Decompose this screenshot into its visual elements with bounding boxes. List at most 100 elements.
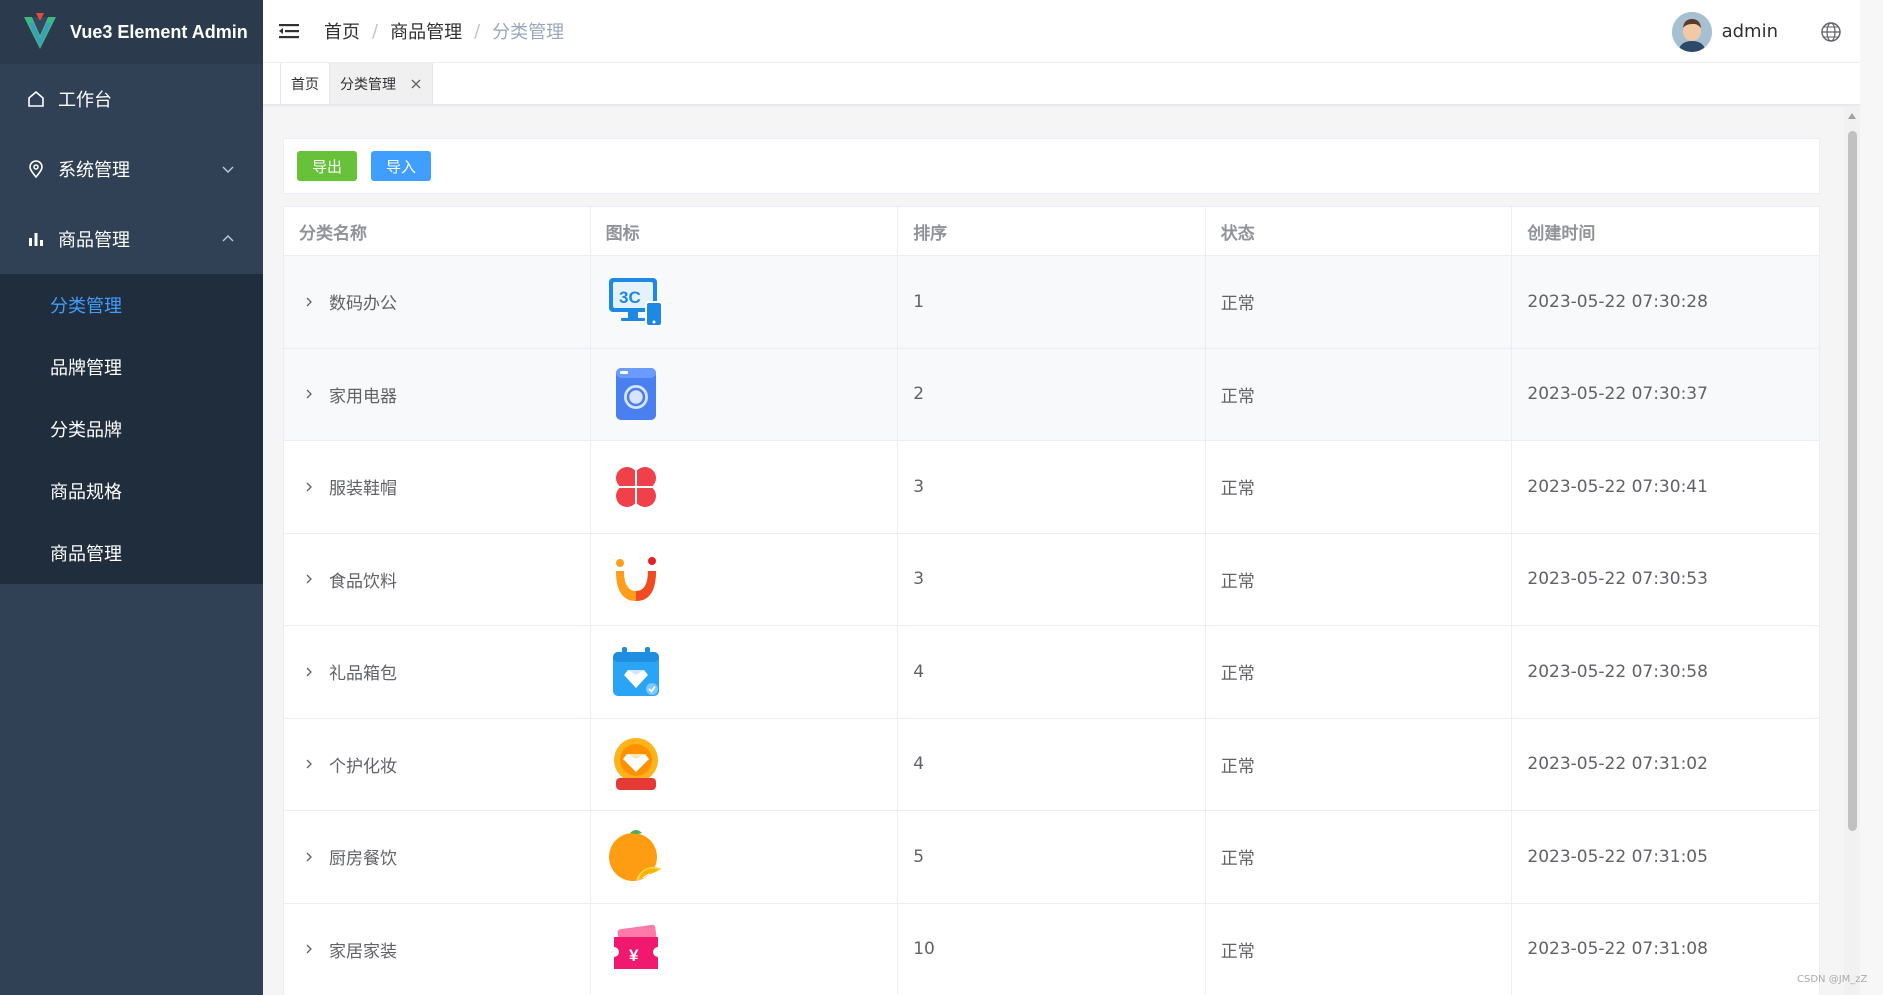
table-row[interactable]: 家居家装 ¥ 10 正常 2023-05-22 07:31:08 xyxy=(284,903,1819,995)
scroll-thumb[interactable] xyxy=(1848,131,1857,831)
svg-text:¥: ¥ xyxy=(629,946,639,965)
diamond-calendar-icon xyxy=(612,646,659,696)
category-table: 分类名称 图标 排序 状态 创建时间 数码办公 3C 1 正常 2023-05-… xyxy=(283,206,1820,995)
submenu-item-category-brand[interactable]: 分类品牌 xyxy=(0,398,263,460)
globe-language-icon[interactable] xyxy=(1820,21,1842,43)
expand-arrow-icon[interactable] xyxy=(303,666,315,678)
tags-view: 首页 分类管理 xyxy=(263,62,1860,105)
category-name: 礼品箱包 xyxy=(329,664,397,685)
sidebar-item-label: 工作台 xyxy=(58,90,112,111)
tag-category[interactable]: 分类管理 xyxy=(329,62,433,104)
cell-created: 2023-05-22 07:31:02 xyxy=(1527,754,1708,775)
content-area: 导出 导入 分类名称 图标 排序 状态 创建时间 数码办公 3C 1 正常 20… xyxy=(263,105,1840,995)
table-header: 分类名称 图标 排序 状态 创建时间 xyxy=(284,207,1819,256)
header-right: admin xyxy=(1671,0,1842,63)
cell-sort: 3 xyxy=(898,533,1206,625)
cell-name: 数码办公 xyxy=(284,256,591,348)
import-button[interactable]: 导入 xyxy=(371,151,432,181)
goods-submenu: 分类管理 品牌管理 分类品牌 商品规格 商品管理 xyxy=(0,274,263,584)
close-icon[interactable] xyxy=(410,78,422,90)
cell-name: 个护化妆 xyxy=(284,718,591,810)
expand-arrow-icon[interactable] xyxy=(303,943,315,955)
vertical-scrollbar[interactable] xyxy=(1844,107,1860,995)
cell-icon xyxy=(591,718,899,810)
cell-name: 家居家装 xyxy=(284,903,591,995)
cell-sort: 2 xyxy=(898,348,1206,440)
browser-side-toolbar xyxy=(1860,0,1883,995)
table-row[interactable]: 礼品箱包 4 正常 2023-05-22 07:30:58 xyxy=(284,626,1819,719)
table-row[interactable]: 服装鞋帽 3 正常 2023-05-22 07:30:41 xyxy=(284,441,1819,534)
category-name: 服装鞋帽 xyxy=(329,479,397,500)
expand-arrow-icon[interactable] xyxy=(303,573,315,585)
category-name: 厨房餐饮 xyxy=(329,849,397,870)
submenu-item-brand[interactable]: 品牌管理 xyxy=(0,336,263,398)
table-row[interactable]: 厨房餐饮 5 正常 2023-05-22 07:31:05 xyxy=(284,811,1819,904)
washing-machine-icon xyxy=(615,368,656,421)
sidebar-item-dashboard[interactable]: 工作台 xyxy=(0,64,263,134)
avatar[interactable] xyxy=(1671,11,1712,52)
breadcrumb-separator: / xyxy=(474,20,481,42)
submenu-item-goods[interactable]: 商品管理 xyxy=(0,522,263,584)
cell-name: 服装鞋帽 xyxy=(284,441,591,533)
expand-arrow-icon[interactable] xyxy=(303,388,315,400)
expand-arrow-icon[interactable] xyxy=(303,851,315,863)
yen-ticket-icon: ¥ xyxy=(613,925,658,970)
3c-digital-icon: 3C xyxy=(608,277,663,327)
table-row[interactable]: 数码办公 3C 1 正常 2023-05-22 07:30:28 xyxy=(284,256,1819,349)
cell-created: 2023-05-22 07:31:05 xyxy=(1527,846,1708,867)
expand-arrow-icon[interactable] xyxy=(303,758,315,770)
table-row[interactable]: 家用电器 2 正常 2023-05-22 07:30:37 xyxy=(284,348,1819,441)
cell-created: 2023-05-22 07:30:58 xyxy=(1527,661,1708,682)
expand-arrow-icon[interactable] xyxy=(303,481,315,493)
username[interactable]: admin xyxy=(1722,21,1778,42)
cell-sort: 3 xyxy=(898,441,1206,533)
clover-icon xyxy=(615,466,656,507)
hamburger-icon[interactable] xyxy=(278,20,300,42)
cell-created: 2023-05-22 07:30:53 xyxy=(1527,569,1708,590)
logo-area[interactable]: Vue3 Element Admin xyxy=(0,0,263,64)
column-header-status: 状态 xyxy=(1206,207,1513,255)
tag-home[interactable]: 首页 xyxy=(280,62,330,104)
column-header-icon: 图标 xyxy=(591,207,899,255)
cell-status: 正常 xyxy=(1206,441,1513,533)
toolbar: 导出 导入 xyxy=(283,138,1820,194)
app-title: Vue3 Element Admin xyxy=(70,21,248,42)
svg-text:3C: 3C xyxy=(619,288,641,307)
tag-label: 分类管理 xyxy=(340,76,396,93)
cell-created: 2023-05-22 07:30:28 xyxy=(1527,291,1708,312)
orange-icon xyxy=(608,829,662,881)
bar-chart-icon xyxy=(26,229,46,249)
column-header-name: 分类名称 xyxy=(284,207,591,255)
sidebar-item-goods[interactable]: 商品管理 xyxy=(0,204,263,274)
table-row[interactable]: 个护化妆 4 正常 2023-05-22 07:31:02 xyxy=(284,718,1819,811)
sidebar-item-system[interactable]: 系统管理 xyxy=(0,134,263,204)
cell-name: 食品饮料 xyxy=(284,533,591,625)
cell-sort: 5 xyxy=(898,811,1206,903)
cell-status: 正常 xyxy=(1206,533,1513,625)
scroll-up-arrow-icon[interactable] xyxy=(1848,113,1856,119)
table-row[interactable]: 食品饮料 3 正常 2023-05-22 07:30:53 xyxy=(284,533,1819,626)
cell-icon xyxy=(591,348,899,440)
smile-icon xyxy=(615,557,656,602)
app-root: Vue3 Element Admin 工作台 系统管理 商品管理 分类管理 品牌… xyxy=(0,0,1883,995)
submenu-item-spec[interactable]: 商品规格 xyxy=(0,460,263,522)
cell-icon xyxy=(591,533,899,625)
cell-status: 正常 xyxy=(1206,256,1513,348)
breadcrumb-home[interactable]: 首页 xyxy=(324,18,360,44)
main-area: 首页 / 商品管理 / 分类管理 admin 首页 分类管理 导出 导入 分类名… xyxy=(263,0,1860,995)
cell-status: 正常 xyxy=(1206,348,1513,440)
export-button[interactable]: 导出 xyxy=(297,151,358,181)
expand-arrow-icon[interactable] xyxy=(303,296,315,308)
vue-logo-icon xyxy=(24,13,56,49)
submenu-item-category[interactable]: 分类管理 xyxy=(0,274,263,336)
category-name: 家用电器 xyxy=(329,386,397,407)
cell-created: 2023-05-22 07:30:37 xyxy=(1527,384,1708,405)
cell-sort: 4 xyxy=(898,718,1206,810)
cell-status: 正常 xyxy=(1206,718,1513,810)
diamond-badge-icon xyxy=(613,738,658,791)
cell-name: 厨房餐饮 xyxy=(284,811,591,903)
cell-created: 2023-05-22 07:30:41 xyxy=(1527,476,1708,497)
category-name: 数码办公 xyxy=(329,294,397,315)
breadcrumb-goods[interactable]: 商品管理 xyxy=(390,18,462,44)
category-name: 家居家装 xyxy=(329,941,397,962)
